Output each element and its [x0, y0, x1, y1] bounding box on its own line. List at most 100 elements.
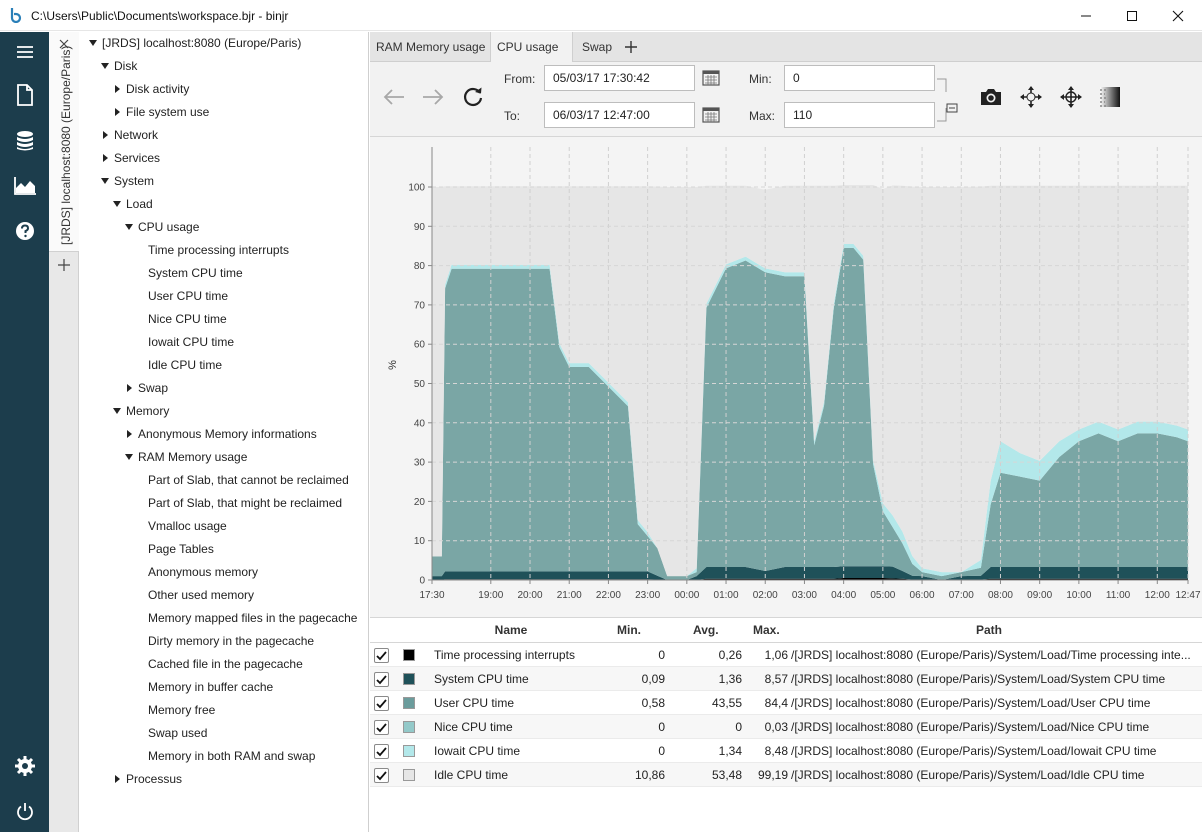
caret-right-icon[interactable]	[124, 383, 136, 393]
tree-item[interactable]: Disk activity	[112, 78, 189, 101]
tab-swap[interactable]: Swap	[576, 32, 618, 62]
cpu-usage-chart[interactable]: 0 10 20 30 40 50 60 70 80 90 100 17:30 19:00 20:00 21:…	[370, 137, 1202, 617]
tree-item[interactable]: [JRDS] localhost:8080 (Europe/Paris)	[88, 32, 301, 55]
caret-right-icon[interactable]	[112, 107, 124, 117]
tree-item[interactable]: Memory	[112, 400, 169, 423]
menu-button[interactable]	[0, 32, 49, 72]
tree-item[interactable]: RAM Memory usage	[124, 446, 247, 469]
tree-item[interactable]: Other used memory	[148, 584, 254, 607]
auto-range-button[interactable]	[939, 97, 965, 119]
tree-item[interactable]: Anonymous memory	[148, 561, 258, 584]
back-button[interactable]	[381, 84, 407, 110]
caret-right-icon[interactable]	[124, 429, 136, 439]
series-color-swatch[interactable]	[403, 673, 415, 685]
close-window-button[interactable]	[1155, 0, 1201, 31]
worksheets-button[interactable]	[0, 166, 49, 206]
series-visibility-checkbox[interactable]	[374, 720, 389, 735]
snapshot-button[interactable]	[978, 84, 1004, 110]
caret-right-icon[interactable]	[112, 774, 124, 784]
sources-button[interactable]	[0, 121, 49, 161]
caret-down-icon[interactable]	[124, 452, 136, 462]
tree-item[interactable]: System	[100, 170, 154, 193]
new-worksheet-button[interactable]	[0, 75, 49, 115]
tree-item[interactable]: System CPU time	[148, 262, 243, 285]
tree-item[interactable]: Memory mapped files in the pagecache	[148, 607, 357, 630]
caret-right-icon[interactable]	[100, 130, 112, 140]
opacity-button[interactable]	[1097, 84, 1123, 110]
add-tab-icon[interactable]	[624, 40, 638, 54]
from-date-field[interactable]: 05/03/17 17:30:42	[544, 65, 695, 91]
to-date-picker[interactable]	[698, 102, 724, 128]
series-visibility-checkbox[interactable]	[374, 696, 389, 711]
tree-item[interactable]: Disk	[100, 55, 137, 78]
to-date-field[interactable]: 06/03/17 12:47:00	[544, 102, 695, 128]
series-color-swatch[interactable]	[403, 745, 415, 757]
column-path-header[interactable]: Path	[976, 618, 1002, 643]
column-avg-header[interactable]: Avg.	[693, 618, 719, 643]
tree-item[interactable]: Part of Slab, that cannot be reclaimed	[148, 469, 349, 492]
min-value-field[interactable]: 0	[784, 65, 935, 91]
column-max-header[interactable]: Max.	[753, 618, 780, 643]
crosshair-vertical-button[interactable]	[1058, 84, 1084, 110]
crosshair-both-button[interactable]	[1018, 84, 1044, 110]
tree-item[interactable]: Memory in both RAM and swap	[148, 745, 315, 768]
tree-item[interactable]: Processus	[112, 768, 182, 791]
tree-item[interactable]: Anonymous Memory informations	[124, 423, 317, 446]
caret-right-icon[interactable]	[100, 153, 112, 163]
caret-down-icon[interactable]	[88, 38, 100, 48]
table-row[interactable]: Time processing interrupts 0 0,26 1,06/[JRD…	[370, 643, 1202, 667]
tab-cpu-usage[interactable]: CPU usage	[490, 32, 573, 82]
tree-item[interactable]: Cached file in the pagecache	[148, 653, 303, 676]
tree-item[interactable]: Memory free	[148, 699, 215, 722]
settings-button[interactable]	[0, 746, 49, 786]
column-min-header[interactable]: Min.	[617, 618, 641, 643]
series-color-swatch[interactable]	[403, 721, 415, 733]
tree-item[interactable]: CPU usage	[124, 216, 199, 239]
series-visibility-checkbox[interactable]	[374, 768, 389, 783]
series-visibility-checkbox[interactable]	[374, 648, 389, 663]
refresh-button[interactable]	[460, 84, 486, 110]
tree-item[interactable]: Memory in buffer cache	[148, 676, 273, 699]
column-name-header[interactable]: Name	[370, 618, 652, 643]
tree-item[interactable]: File system use	[112, 101, 209, 124]
tree-item[interactable]: Network	[100, 124, 158, 147]
table-row[interactable]: System CPU time 0,09 1,36 8,57/[JRDS] local…	[370, 667, 1202, 691]
tree-item[interactable]: Time processing interrupts	[148, 239, 289, 262]
tree-item[interactable]: Vmalloc usage	[148, 515, 227, 538]
from-date-picker[interactable]	[698, 65, 724, 91]
tree-item[interactable]: Swap	[124, 377, 168, 400]
tree-item[interactable]: Swap used	[148, 722, 207, 745]
caret-down-icon[interactable]	[112, 199, 124, 209]
tree-item[interactable]: Part of Slab, that might be reclaimed	[148, 492, 342, 515]
quit-button[interactable]	[0, 792, 49, 832]
series-visibility-checkbox[interactable]	[374, 672, 389, 687]
tab-ram-memory-usage[interactable]: RAM Memory usage	[370, 32, 490, 62]
forward-button[interactable]	[420, 84, 446, 110]
help-button[interactable]	[0, 211, 49, 251]
caret-down-icon[interactable]	[100, 176, 112, 186]
table-row[interactable]: Idle CPU time 10,86 53,48 99,19/[JRDS] loca…	[370, 763, 1202, 787]
table-row[interactable]: Nice CPU time 0 0 0,03/[JRDS] localhost:808…	[370, 715, 1202, 739]
caret-right-icon[interactable]	[112, 84, 124, 94]
table-row[interactable]: User CPU time 0,58 43,55 84,4/[JRDS] localh…	[370, 691, 1202, 715]
series-color-swatch[interactable]	[403, 649, 415, 661]
series-color-swatch[interactable]	[403, 769, 415, 781]
add-source-icon[interactable]	[58, 259, 70, 271]
tree-item[interactable]: Services	[100, 147, 160, 170]
maximize-button[interactable]	[1109, 0, 1155, 31]
caret-down-icon[interactable]	[112, 406, 124, 416]
tree-item[interactable]: Page Tables	[148, 538, 214, 561]
caret-down-icon[interactable]	[100, 61, 112, 71]
max-value-field[interactable]: 110	[784, 102, 935, 128]
table-row[interactable]: Iowait CPU time 0 1,34 8,48/[JRDS] localhos…	[370, 739, 1202, 763]
minimize-button[interactable]	[1063, 0, 1109, 31]
tree-item[interactable]: Iowait CPU time	[148, 331, 234, 354]
tree-item[interactable]: User CPU time	[148, 285, 228, 308]
tree-item[interactable]: Nice CPU time	[148, 308, 227, 331]
tree-item[interactable]: Idle CPU time	[148, 354, 222, 377]
source-tab[interactable]: [JRDS] localhost:8080 (Europe/Paris)	[49, 32, 79, 252]
series-visibility-checkbox[interactable]	[374, 744, 389, 759]
caret-down-icon[interactable]	[124, 222, 136, 232]
series-color-swatch[interactable]	[403, 697, 415, 709]
tree-item[interactable]: Load	[112, 193, 153, 216]
